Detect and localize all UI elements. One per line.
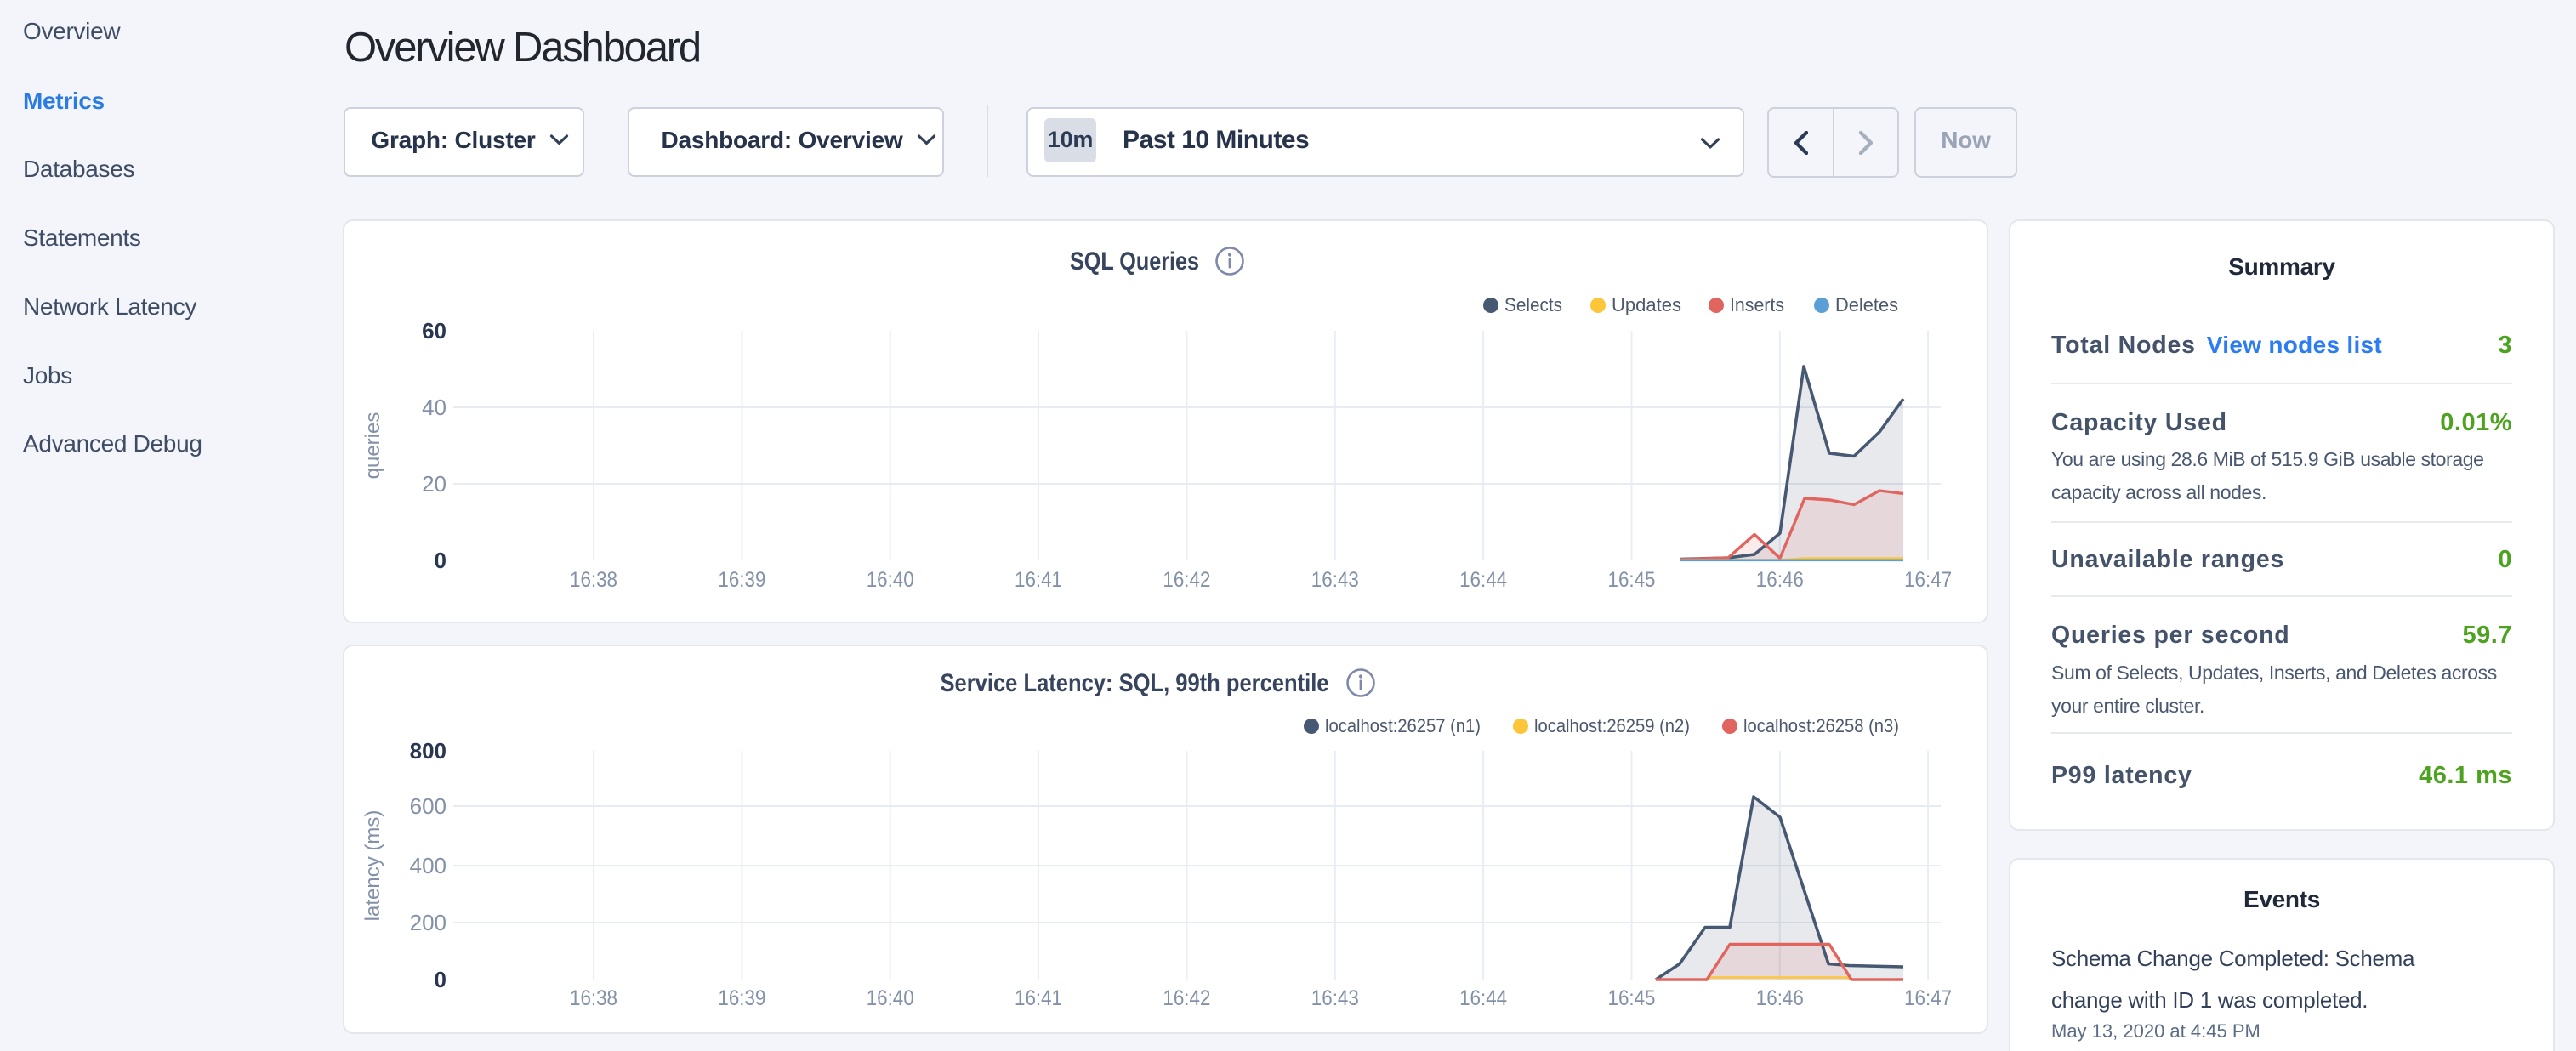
svg-text:16:44: 16:44 (1459, 568, 1507, 592)
svg-text:16:46: 16:46 (1756, 568, 1804, 592)
svg-text:800: 800 (410, 738, 446, 764)
svg-text:16:47: 16:47 (1904, 568, 1952, 592)
svg-text:Inserts: Inserts (1730, 294, 1784, 315)
svg-text:16:40: 16:40 (867, 568, 914, 592)
svg-text:16:38: 16:38 (570, 986, 617, 1010)
svg-text:0: 0 (435, 548, 446, 573)
svg-text:16:39: 16:39 (718, 986, 765, 1010)
svg-text:localhost:26257 (n1): localhost:26257 (n1) (1325, 715, 1481, 736)
svg-text:16:43: 16:43 (1311, 568, 1359, 592)
svg-text:localhost:26258 (n3): localhost:26258 (n3) (1743, 715, 1899, 736)
svg-text:16:41: 16:41 (1015, 986, 1062, 1010)
svg-text:16:43: 16:43 (1311, 986, 1359, 1010)
svg-text:16:44: 16:44 (1459, 986, 1507, 1010)
svg-text:localhost:26259 (n2): localhost:26259 (n2) (1534, 715, 1690, 736)
svg-text:queries: queries (361, 412, 384, 480)
svg-text:16:40: 16:40 (867, 986, 914, 1010)
svg-text:Selects: Selects (1504, 294, 1562, 315)
svg-text:20: 20 (422, 471, 446, 497)
svg-text:16:39: 16:39 (718, 568, 765, 592)
svg-text:60: 60 (422, 318, 446, 344)
svg-text:16:45: 16:45 (1608, 986, 1656, 1010)
svg-text:16:42: 16:42 (1163, 986, 1210, 1010)
svg-text:600: 600 (410, 793, 446, 819)
svg-text:SQL Queries: SQL Queries (1070, 247, 1199, 276)
svg-text:16:38: 16:38 (570, 568, 617, 592)
svg-text:200: 200 (410, 910, 446, 935)
svg-text:16:41: 16:41 (1015, 568, 1062, 592)
svg-text:40: 40 (422, 395, 446, 420)
svg-text:latency (ms): latency (ms) (361, 810, 384, 922)
svg-text:0: 0 (435, 967, 446, 992)
svg-text:16:46: 16:46 (1756, 986, 1804, 1010)
svg-text:Service Latency: SQL, 99th per: Service Latency: SQL, 99th percentile (941, 669, 1329, 697)
svg-text:Deletes: Deletes (1835, 294, 1898, 315)
svg-text:16:42: 16:42 (1163, 568, 1210, 592)
svg-text:16:47: 16:47 (1904, 986, 1952, 1010)
svg-text:400: 400 (410, 853, 446, 878)
svg-text:Updates: Updates (1612, 294, 1681, 315)
svg-text:16:45: 16:45 (1608, 568, 1656, 592)
